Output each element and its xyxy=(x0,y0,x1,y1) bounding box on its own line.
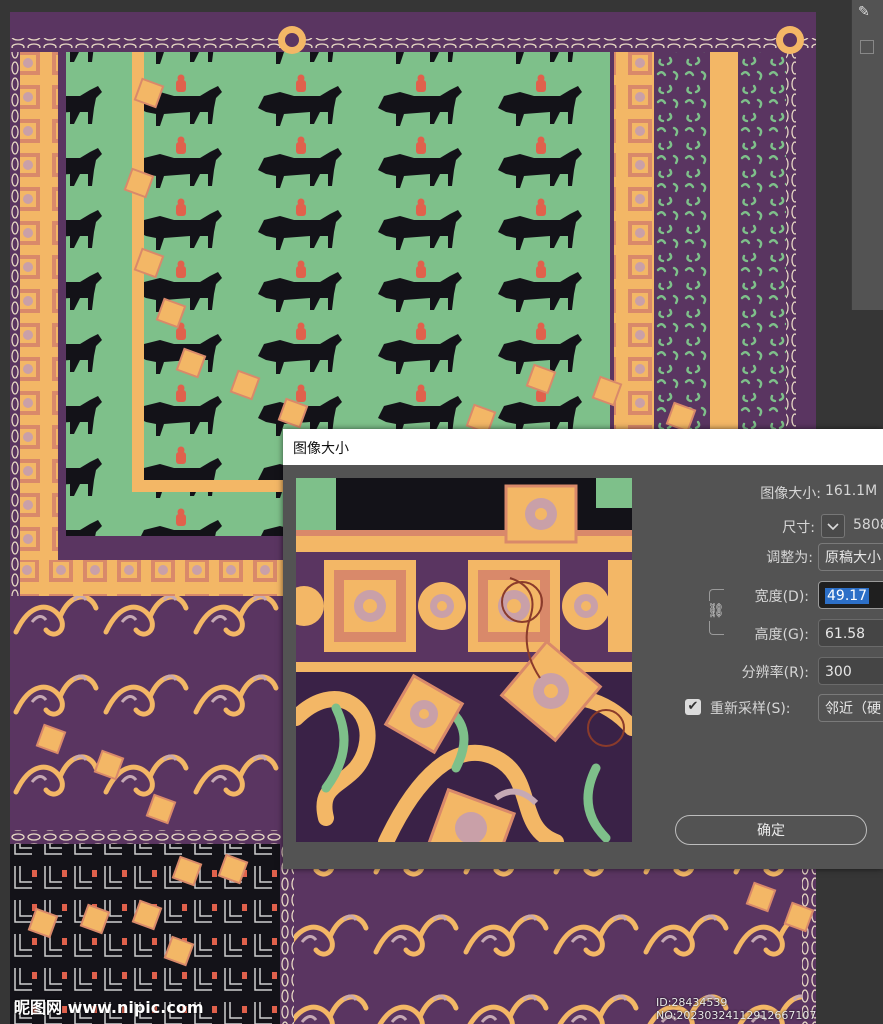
height-label: 高度(G): xyxy=(754,627,810,643)
watermark-id: ID:28434539 NO:20230324112912667107 xyxy=(656,996,817,1022)
right-panel-strip: ✎ xyxy=(851,0,883,310)
dimensions-dropdown[interactable] xyxy=(821,514,845,538)
chain-link-icon[interactable]: ⛓ xyxy=(707,601,725,621)
resolution-label: 分辨率(R): xyxy=(741,665,809,681)
checkmark-icon: ✔ xyxy=(687,699,699,714)
brush-icon[interactable]: ✎ xyxy=(858,4,880,24)
resample-label: 重新采样(S): xyxy=(710,701,791,717)
image-size-dialog: 图像大小 图像大小: 161.1M 尺寸: 580 调整为: 原稿大小 ⛓ 宽度… xyxy=(283,429,883,869)
image-size-label: 图像大小: xyxy=(760,486,821,502)
fit-to-select[interactable]: 原稿大小 xyxy=(818,543,883,571)
dialog-titlebar[interactable]: 图像大小 xyxy=(283,429,883,465)
dimensions-label: 尺寸: xyxy=(782,520,815,536)
width-input[interactable]: 49.17 xyxy=(818,581,883,609)
image-size-value: 161.1M xyxy=(825,483,878,499)
resample-checkbox[interactable]: ✔ xyxy=(685,699,701,715)
width-label: 宽度(D): xyxy=(754,589,809,605)
resolution-input[interactable]: 300 xyxy=(818,657,883,685)
watermark-site: 昵图网 www.nipic.com xyxy=(14,998,204,1017)
dialog-title: 图像大小 xyxy=(293,441,349,457)
chevron-down-icon xyxy=(827,523,839,531)
fit-to-label: 调整为: xyxy=(766,550,813,566)
width-value: 49.17 xyxy=(825,588,870,604)
resample-select[interactable]: 邻近（硬 xyxy=(818,694,883,722)
panel-square-icon[interactable] xyxy=(860,40,874,54)
dimensions-value: 5808 xyxy=(853,517,883,533)
image-preview[interactable] xyxy=(296,478,632,842)
ok-button[interactable]: 确定 xyxy=(675,815,867,845)
height-input[interactable]: 61.58 xyxy=(818,619,883,647)
